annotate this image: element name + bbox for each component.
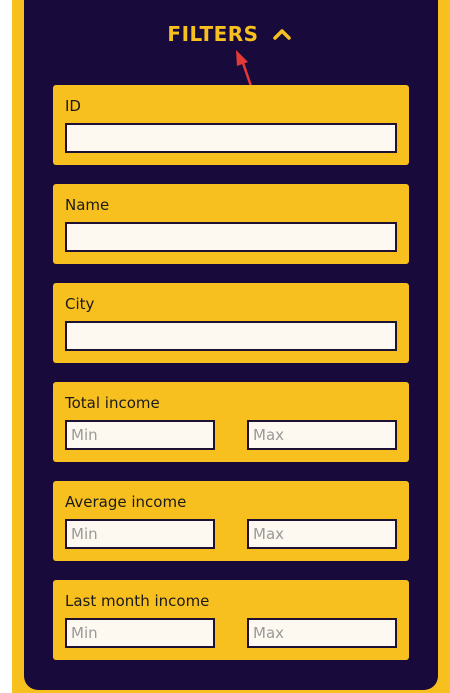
chevron-up-icon[interactable] (269, 21, 295, 47)
id-filter-label: ID (65, 97, 81, 115)
average-income-filter-card: Average income (53, 481, 409, 561)
last-month-income-max-input[interactable] (247, 618, 397, 648)
id-filter-input[interactable] (65, 123, 397, 153)
name-filter-input[interactable] (65, 222, 397, 252)
city-filter-card: City (53, 283, 409, 363)
total-income-max-input[interactable] (247, 420, 397, 450)
city-filter-input[interactable] (65, 321, 397, 351)
total-income-filter-card: Total income (53, 382, 409, 462)
name-filter-label: Name (65, 196, 110, 214)
total-income-min-input[interactable] (65, 420, 215, 450)
last-month-income-min-input[interactable] (65, 618, 215, 648)
name-filter-card: Name (53, 184, 409, 264)
id-filter-card: ID (53, 85, 409, 165)
last-month-income-filter-label: Last month income (65, 592, 210, 610)
filters-title[interactable]: FILTERS (167, 22, 258, 46)
last-month-income-filter-card: Last month income (53, 580, 409, 660)
city-filter-label: City (65, 295, 95, 313)
average-income-filter-label: Average income (65, 493, 187, 511)
average-income-max-input[interactable] (247, 519, 397, 549)
total-income-filter-label: Total income (65, 394, 160, 412)
filters-header[interactable]: FILTERS (24, 12, 438, 56)
average-income-min-input[interactable] (65, 519, 215, 549)
